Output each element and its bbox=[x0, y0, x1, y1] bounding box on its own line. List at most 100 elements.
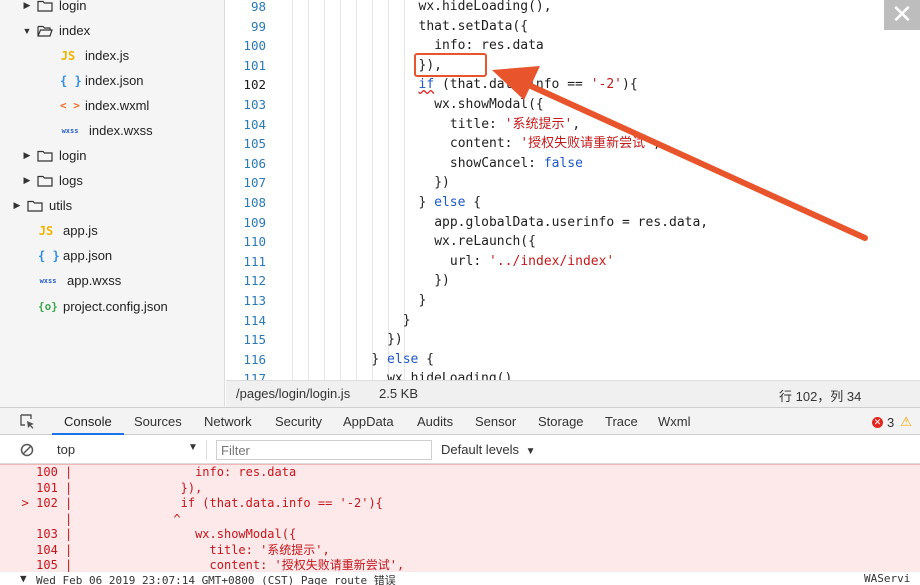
default-levels-dropdown[interactable]: Default levels ▼ bbox=[441, 442, 536, 457]
code-keyword: else bbox=[434, 195, 466, 210]
tree-item[interactable]: wxss index.wxss bbox=[0, 118, 224, 143]
tab-sources[interactable]: Sources bbox=[134, 414, 182, 429]
code-line: } bbox=[419, 291, 427, 311]
code-line: app.globalData.userinfo = res.data, bbox=[434, 213, 708, 233]
line-number: 106 bbox=[243, 155, 266, 171]
tab-storage[interactable]: Storage bbox=[538, 414, 584, 429]
tree-item[interactable]: ▶ login bbox=[0, 0, 224, 18]
cursor-position: 行 102，列 34 bbox=[779, 389, 862, 404]
console-output: 100 | info: res.data 101 | }), > 102 | i… bbox=[0, 464, 920, 572]
log-source[interactable]: WAServi bbox=[864, 572, 910, 585]
tree-item[interactable]: ▼ index bbox=[0, 18, 224, 43]
code-token: wx.showModal({ bbox=[434, 97, 544, 112]
inspect-element-icon[interactable] bbox=[20, 414, 35, 429]
error-count: 3 bbox=[887, 414, 895, 430]
code-line: wx.hideLoading() bbox=[387, 369, 512, 380]
console-line: 100 | info: res.data bbox=[0, 465, 297, 479]
expand-arrow-icon[interactable]: ▶ bbox=[22, 0, 32, 11]
code-line: wx.hideLoading(), bbox=[419, 0, 552, 17]
file-tree: ▶ login ▼ index JS index.js{ } index.json < > in… bbox=[0, 0, 225, 407]
log-message: ▼ Wed Feb 06 2019 23:07:14 GMT+0800 (CST… bbox=[0, 572, 920, 585]
line-number: 102 bbox=[243, 77, 266, 93]
log-text: Wed Feb 06 2019 23:07:14 GMT+0800 (CST) … bbox=[36, 574, 396, 585]
code-line: title: '系统提示', bbox=[450, 115, 580, 135]
code-token: wx.hideLoading(), bbox=[418, 0, 552, 14]
tab-network[interactable]: Network bbox=[204, 414, 252, 429]
wxss-file-icon: wxss bbox=[39, 276, 57, 285]
tab-trace[interactable]: Trace bbox=[605, 414, 638, 429]
code-line: wx.showModal({ bbox=[434, 95, 544, 115]
tree-item[interactable]: < > index.wxml bbox=[0, 93, 224, 118]
tree-item[interactable]: wxss app.wxss bbox=[0, 268, 224, 293]
tree-item-label: logs bbox=[59, 173, 83, 188]
devtools-tab-bar: Console Sources Network Security AppData Audi… bbox=[0, 407, 920, 435]
line-number-gutter: 98 99 100 101 102 103 104 105 106 107 108 109 110 111… bbox=[226, 0, 274, 380]
filter-input[interactable] bbox=[216, 440, 432, 460]
context-selector[interactable]: top ▼ bbox=[47, 440, 207, 460]
code-line: }) bbox=[434, 173, 450, 193]
line-number: 98 bbox=[250, 0, 266, 14]
code-string: '授权失败请重新尝试' bbox=[520, 136, 653, 152]
tree-item-label: login bbox=[59, 0, 87, 13]
tree-item[interactable]: {o} project.config.json bbox=[0, 294, 224, 319]
expand-arrow-icon[interactable]: ▶ bbox=[22, 150, 32, 161]
code-token: } bbox=[371, 351, 388, 367]
code-token: }) bbox=[434, 175, 450, 191]
code-area[interactable]: wx.hideLoading(), that.setData({info: res… bbox=[276, 0, 920, 380]
line-number: 99 bbox=[250, 18, 266, 34]
indent-guide bbox=[324, 0, 325, 380]
line-number: 100 bbox=[243, 38, 266, 54]
expand-arrow-icon[interactable]: ▶ bbox=[12, 200, 22, 211]
code-token: url: bbox=[449, 253, 490, 269]
tab-wxml[interactable]: Wxml bbox=[658, 414, 691, 429]
code-token: }) bbox=[387, 332, 403, 348]
close-button[interactable]: ✕ bbox=[884, 0, 920, 30]
tab-sensor[interactable]: Sensor bbox=[475, 414, 516, 429]
line-number: 108 bbox=[243, 195, 266, 210]
code-token: } bbox=[418, 293, 427, 308]
tree-item[interactable]: { } index.json bbox=[0, 68, 224, 93]
code-token: title: bbox=[449, 116, 505, 132]
context-value: top bbox=[57, 442, 76, 457]
editor-status-bar: /pages/login/login.js 2.5 KB 行 102，列 34 bbox=[226, 380, 920, 407]
file-path: /pages/login/login.js bbox=[236, 386, 351, 401]
code-line: } else { bbox=[371, 350, 434, 370]
indent-guide bbox=[308, 0, 309, 380]
clear-console-icon[interactable] bbox=[20, 443, 34, 457]
line-number: 105 bbox=[243, 136, 266, 152]
tree-item[interactable]: ▶ utils bbox=[0, 193, 224, 218]
console-line: 104 | title: '系统提示', bbox=[0, 542, 330, 557]
wxml-file-icon: < > bbox=[60, 99, 80, 112]
line-number: 116 bbox=[243, 351, 266, 367]
tree-item[interactable]: { } app.json bbox=[0, 243, 224, 268]
tree-item-label: index.wxml bbox=[85, 98, 150, 113]
code-token: , bbox=[572, 116, 581, 132]
tab-security[interactable]: Security bbox=[275, 414, 322, 429]
code-string: '-2' bbox=[590, 77, 623, 93]
error-counter[interactable]: ✕ 3 ⚠ bbox=[872, 414, 912, 430]
tab-console[interactable]: Console bbox=[64, 414, 112, 429]
tree-item[interactable]: ▶ login bbox=[0, 143, 224, 168]
tree-item[interactable]: JS index.js bbox=[0, 43, 224, 68]
console-filter-bar: top ▼ Default levels ▼ bbox=[0, 436, 920, 464]
tree-item-label: index bbox=[59, 23, 91, 38]
line-number: 115 bbox=[243, 332, 266, 348]
code-line: if (that.data.info == '-2'){ bbox=[419, 75, 638, 95]
code-line: content: '授权失败请重新尝试', bbox=[450, 134, 661, 154]
code-token: wx.hideLoading() bbox=[387, 371, 513, 380]
tab-audits[interactable]: Audits bbox=[417, 414, 453, 429]
code-editor[interactable]: 98 99 100 101 102 103 104 105 106 107 108 109 110 111… bbox=[226, 0, 920, 380]
folder-icon bbox=[37, 175, 53, 187]
tree-item[interactable]: ▶ logs bbox=[0, 168, 224, 193]
line-number: 103 bbox=[243, 97, 266, 112]
tab-appdata[interactable]: AppData bbox=[343, 414, 394, 429]
line-number: 114 bbox=[243, 312, 266, 328]
expand-triangle-icon[interactable]: ▼ bbox=[20, 572, 27, 585]
expand-arrow-icon[interactable]: ▶ bbox=[22, 175, 32, 186]
folder-icon bbox=[37, 0, 53, 12]
tree-item-label: app.wxss bbox=[67, 273, 122, 288]
tree-item-label: project.config.json bbox=[63, 299, 168, 314]
tree-item[interactable]: JS app.js bbox=[0, 218, 224, 243]
expand-arrow-icon[interactable]: ▼ bbox=[22, 26, 32, 36]
file-size: 2.5 KB bbox=[379, 386, 419, 401]
